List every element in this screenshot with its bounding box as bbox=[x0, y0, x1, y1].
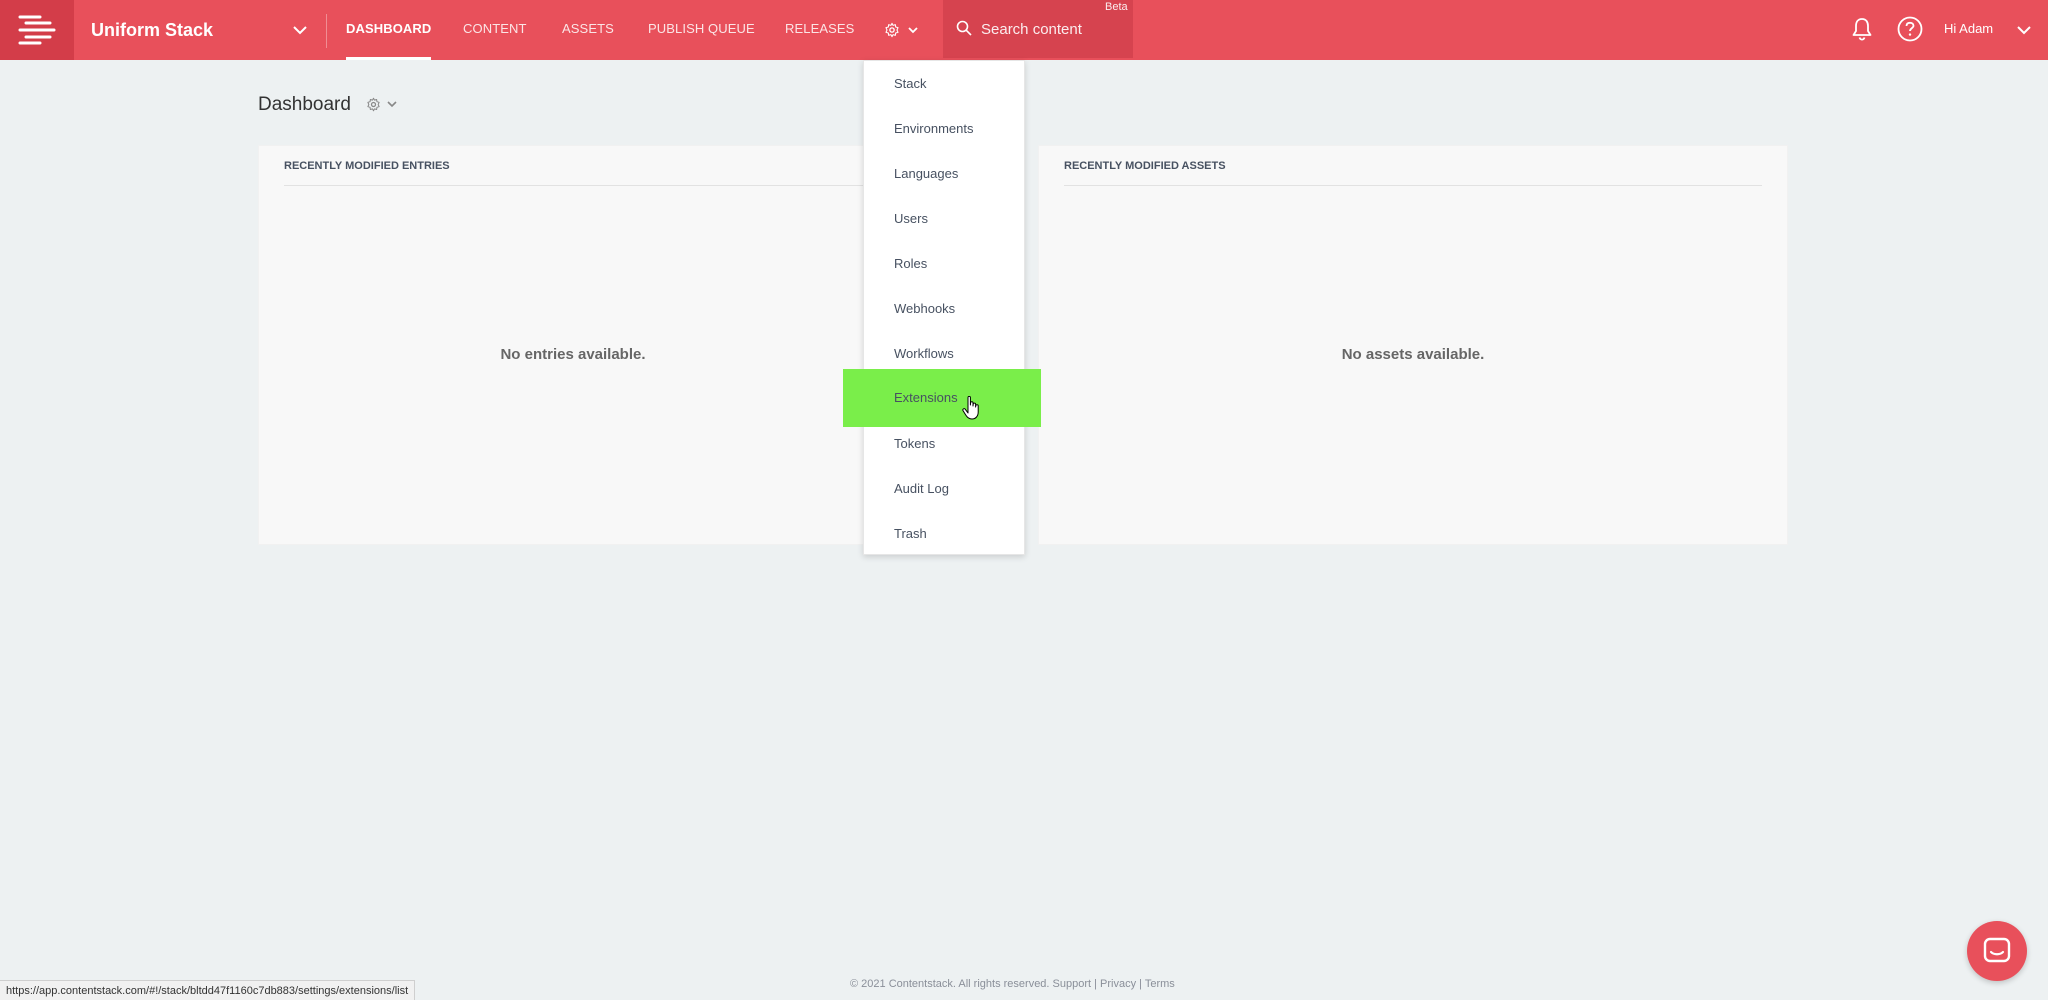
menu-item-roles[interactable]: Roles bbox=[864, 241, 1024, 286]
nav-content[interactable]: CONTENT bbox=[463, 0, 527, 60]
nav-releases[interactable]: RELEASES bbox=[785, 0, 854, 60]
search-input[interactable] bbox=[981, 15, 1121, 43]
chevron-down-icon bbox=[387, 101, 397, 108]
gear-icon bbox=[367, 97, 380, 112]
nav-divider bbox=[326, 14, 327, 48]
footer-copyright[interactable]: © 2021 Contentstack. All rights reserved… bbox=[850, 978, 1175, 990]
dashboard-settings-toggle[interactable] bbox=[366, 97, 397, 112]
menu-item-audit-log[interactable]: Audit Log bbox=[864, 466, 1024, 511]
gear-icon bbox=[885, 22, 899, 38]
nav-dashboard[interactable]: DASHBOARD bbox=[346, 0, 432, 60]
notifications-bell-icon[interactable] bbox=[1851, 17, 1873, 46]
menu-item-stack[interactable]: Stack bbox=[864, 61, 1024, 106]
contentstack-logo-icon bbox=[18, 15, 56, 45]
user-menu-chevron-icon[interactable] bbox=[2017, 22, 2031, 40]
chat-icon bbox=[1983, 937, 2011, 963]
hand-pointer-cursor-icon bbox=[962, 395, 980, 425]
menu-item-trash[interactable]: Trash bbox=[864, 511, 1024, 556]
recent-assets-panel: RECENTLY MODIFIED ASSETS No assets avail… bbox=[1038, 145, 1788, 545]
stack-switcher-chevron-icon[interactable] bbox=[290, 20, 310, 40]
nav-publish-queue[interactable]: PUBLISH QUEUE bbox=[648, 0, 755, 60]
menu-item-languages[interactable]: Languages bbox=[864, 151, 1024, 196]
page-title: Dashboard bbox=[258, 94, 351, 115]
top-navigation-bar: Uniform Stack DASHBOARD CONTENT ASSETS P… bbox=[0, 0, 2048, 60]
settings-menu-toggle[interactable] bbox=[884, 19, 928, 41]
settings-dropdown-menu: Stack Environments Languages Users Roles… bbox=[863, 60, 1025, 555]
help-icon[interactable] bbox=[1897, 16, 1923, 47]
chevron-down-icon bbox=[908, 26, 918, 33]
nav-assets[interactable]: ASSETS bbox=[562, 0, 614, 60]
beta-badge: Beta bbox=[1105, 1, 1128, 13]
menu-item-tokens[interactable]: Tokens bbox=[864, 421, 1024, 466]
recent-assets-title: RECENTLY MODIFIED ASSETS bbox=[1064, 146, 1762, 186]
status-bar-url: https://app.contentstack.com/#!/stack/bl… bbox=[0, 980, 416, 1000]
chat-launcher-button[interactable] bbox=[1967, 921, 2027, 981]
menu-item-users[interactable]: Users bbox=[864, 196, 1024, 241]
menu-item-webhooks[interactable]: Webhooks bbox=[864, 286, 1024, 331]
stack-name[interactable]: Uniform Stack bbox=[91, 0, 213, 60]
menu-item-extensions[interactable]: Extensions bbox=[894, 369, 958, 427]
menu-item-environments[interactable]: Environments bbox=[864, 106, 1024, 151]
user-menu[interactable]: Hi Adam bbox=[1944, 0, 1993, 60]
contentstack-logo[interactable] bbox=[0, 0, 74, 60]
no-assets-message: No assets available. bbox=[1341, 346, 1485, 363]
search-icon bbox=[956, 20, 972, 36]
